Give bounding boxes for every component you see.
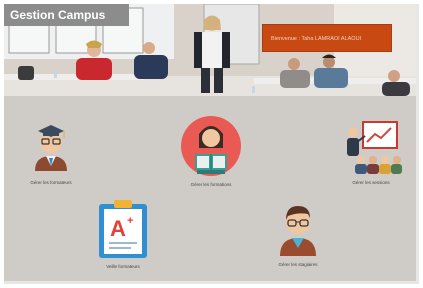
tile-label: Gérer les formateurs <box>30 180 72 185</box>
svg-text:A: A <box>110 216 126 241</box>
graduate-icon <box>35 125 67 171</box>
tile-manage-trainers[interactable]: Gérer les formateurs <box>6 116 96 185</box>
dashboard-tiles: Gérer les formateurs Gérer les formation… <box>4 96 416 281</box>
tile-manage-interns[interactable]: Gérer les stagiaires <box>253 200 343 267</box>
welcome-banner: Bienvenue : Taha LAMRAOI ALAOUI <box>262 24 392 52</box>
app-title: Gestion Campus <box>4 4 129 26</box>
tile-manage-courses[interactable]: Gérer les formations <box>166 114 256 187</box>
tile-label: Gérer les sessions <box>352 180 390 185</box>
grade-clipboard-icon: A + <box>99 200 147 258</box>
header-banner: Gestion Campus Bienvenue : Taha LAMRAOI … <box>4 4 416 96</box>
app-window: Gestion Campus Bienvenue : Taha LAMRAOI … <box>4 4 419 284</box>
tile-label: Veille formateurs <box>106 264 140 269</box>
tile-label: Gérer les formations <box>190 182 232 187</box>
reading-woman-icon <box>181 116 241 176</box>
presentation-icon <box>347 121 402 174</box>
tile-trainer-watch[interactable]: A + Veille formateurs <box>78 198 168 269</box>
student-icon <box>280 206 316 256</box>
tile-manage-sessions[interactable]: Gérer les sessions <box>326 116 416 185</box>
tile-label: Gérer les stagiaires <box>278 262 318 267</box>
svg-text:+: + <box>127 215 133 227</box>
